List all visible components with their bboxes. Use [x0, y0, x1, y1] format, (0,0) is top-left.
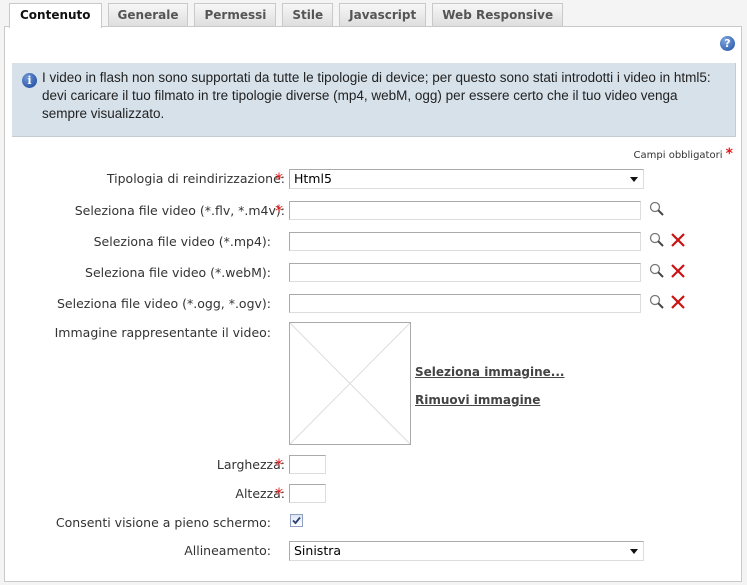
row-fullscreen: Consenti visione a pieno schermo:: [5, 513, 741, 535]
tab-web-responsive[interactable]: Web Responsive: [432, 3, 564, 26]
file-flv-label: Seleziona file video (*.flv, *.m4v):: [74, 203, 285, 218]
file-ogg-label: Seleziona file video (*.ogg, *.ogv):: [56, 296, 271, 311]
delete-icon[interactable]: [670, 294, 686, 310]
width-input[interactable]: [289, 455, 326, 474]
chevron-down-icon: [630, 177, 638, 182]
required-star-icon: *: [725, 146, 733, 162]
remove-image-link[interactable]: Rimuovi immagine: [415, 393, 540, 407]
required-star-icon: *: [275, 169, 283, 188]
alignment-select[interactable]: Sinistra: [289, 541, 644, 561]
required-fields-note: Campi obbligatori *: [634, 146, 733, 162]
fullscreen-label: Consenti visione a pieno schermo:: [55, 515, 271, 530]
empty-image-icon: [290, 323, 410, 444]
row-width: Larghezza: *: [5, 455, 741, 477]
row-file-ogg: Seleziona file video (*.ogg, *.ogv):: [5, 294, 741, 316]
file-mp4-label: Seleziona file video (*.mp4):: [93, 234, 271, 249]
redirect-type-value: Html5: [294, 171, 332, 186]
search-icon[interactable]: [648, 262, 666, 280]
alignment-label: Allineamento:: [184, 543, 271, 558]
required-star-icon: *: [275, 455, 283, 474]
row-file-mp4: Seleziona file video (*.mp4):: [5, 232, 741, 254]
file-webm-label: Seleziona file video (*.webM):: [85, 265, 271, 280]
redirect-type-label: Tipologia di reindirizzazione:: [106, 171, 285, 186]
info-icon: i: [22, 73, 37, 88]
tab-contenuto[interactable]: Contenuto: [9, 3, 102, 28]
search-icon[interactable]: [648, 200, 666, 218]
file-flv-input[interactable]: [289, 201, 641, 220]
tab-stile[interactable]: Stile: [282, 3, 334, 26]
help-icon[interactable]: ?: [720, 36, 735, 51]
chevron-down-icon: [630, 549, 638, 554]
required-star-icon: *: [275, 484, 283, 503]
content-panel: ? i I video in flash non sono supportati…: [4, 26, 742, 582]
delete-icon[interactable]: [670, 263, 686, 279]
checkmark-icon: [292, 516, 301, 525]
alignment-value: Sinistra: [294, 543, 342, 558]
required-star-icon: *: [275, 201, 283, 220]
row-file-flv: Seleziona file video (*.flv, *.m4v): *: [5, 201, 741, 223]
file-ogg-input[interactable]: [289, 294, 641, 313]
tab-javascript[interactable]: Javascript: [339, 3, 427, 26]
search-icon[interactable]: [648, 231, 666, 249]
file-webm-input[interactable]: [289, 263, 641, 282]
redirect-type-select[interactable]: Html5: [289, 169, 644, 189]
tab-bar: Contenuto Generale Permessi Stile Javasc…: [9, 3, 569, 28]
tab-generale[interactable]: Generale: [107, 3, 189, 26]
row-redirect-type: Tipologia di reindirizzazione: * Html5: [5, 169, 741, 191]
select-image-link[interactable]: Seleziona immagine...: [415, 365, 564, 379]
tab-permessi[interactable]: Permessi: [194, 3, 277, 26]
fullscreen-checkbox[interactable]: [290, 514, 303, 527]
info-box: i I video in flash non sono supportati d…: [12, 63, 736, 137]
delete-icon[interactable]: [670, 232, 686, 248]
image-label: Immagine rappresentante il video:: [54, 325, 271, 340]
search-icon[interactable]: [648, 293, 666, 311]
file-mp4-input[interactable]: [289, 232, 641, 251]
row-alignment: Allineamento: Sinistra: [5, 541, 741, 563]
row-file-webm: Seleziona file video (*.webM):: [5, 263, 741, 285]
height-input[interactable]: [289, 484, 326, 503]
info-text: I video in flash non sono supportati da …: [42, 70, 711, 121]
required-fields-label: Campi obbligatori: [633, 150, 723, 161]
image-placeholder: [289, 322, 411, 445]
row-height: Altezza: *: [5, 484, 741, 506]
